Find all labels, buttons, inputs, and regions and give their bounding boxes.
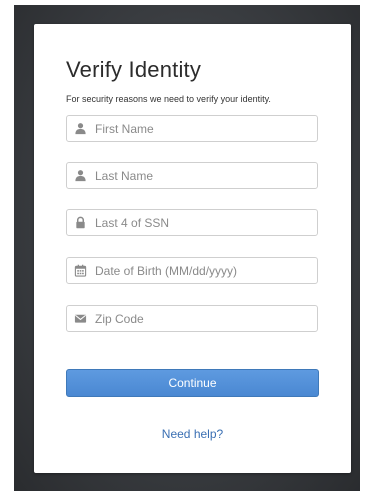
date-of-birth-field[interactable] xyxy=(66,257,318,284)
envelope-icon xyxy=(74,314,87,323)
verify-identity-card: Verify Identity For security reasons we … xyxy=(34,24,351,473)
need-help-link[interactable]: Need help? xyxy=(34,427,351,441)
last-name-field[interactable] xyxy=(66,162,318,189)
ssn-last4-input[interactable] xyxy=(95,210,311,235)
zip-code-input[interactable] xyxy=(95,306,311,331)
user-icon xyxy=(75,170,86,182)
calendar-icon xyxy=(74,264,87,277)
page-subtitle: For security reasons we need to verify y… xyxy=(66,94,271,104)
lock-icon xyxy=(76,216,85,229)
continue-button[interactable]: Continue xyxy=(66,369,319,397)
user-icon xyxy=(75,123,86,135)
zip-code-field[interactable] xyxy=(66,305,318,332)
first-name-field[interactable] xyxy=(66,115,318,142)
date-of-birth-input[interactable] xyxy=(95,258,311,283)
first-name-input[interactable] xyxy=(95,116,311,141)
last-name-input[interactable] xyxy=(95,163,311,188)
ssn-last4-field[interactable] xyxy=(66,209,318,236)
page-title: Verify Identity xyxy=(66,57,202,82)
